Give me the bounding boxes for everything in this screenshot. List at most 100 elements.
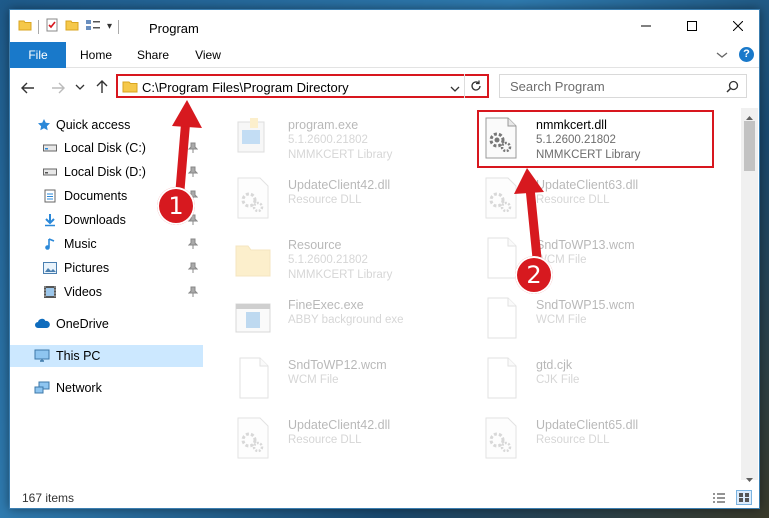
sidebar-item-music[interactable]: Music	[10, 233, 203, 255]
exe-icon	[232, 116, 274, 160]
file-name: UpdateClient63.dll	[536, 178, 639, 192]
toolbar-separator	[118, 19, 120, 34]
sidebar-item-label: Music	[64, 237, 97, 251]
details-view-icon[interactable]	[712, 492, 726, 507]
music-icon	[42, 236, 58, 252]
tab-share[interactable]: Share	[126, 42, 180, 68]
large-icons-view-icon[interactable]	[736, 490, 752, 505]
file-detail: Resource DLL	[288, 434, 362, 446]
sidebar-item-this-pc[interactable]: This PC	[10, 345, 203, 367]
highlight-box-nmmkcert	[477, 110, 714, 168]
app-window-icon	[232, 296, 274, 340]
sidebar-item-onedrive[interactable]: OneDrive	[10, 313, 203, 335]
address-divider	[464, 74, 465, 98]
file-name: SndToWP12.wcm	[288, 358, 387, 372]
file-tile-resource-folder[interactable]: Resource 5.1.2600.21802 NMMKCERT Library	[220, 230, 450, 282]
file-name: gtd.cjk	[536, 358, 573, 372]
sidebar-item-label: Videos	[64, 285, 102, 299]
drive-icon	[42, 140, 58, 156]
documents-icon	[42, 188, 58, 204]
scroll-down-arrow-icon[interactable]	[745, 472, 754, 486]
refresh-icon[interactable]	[469, 79, 483, 96]
scrollbar-thumb[interactable]	[744, 121, 755, 171]
tab-file[interactable]: File	[10, 42, 66, 68]
file-detail: WCM File	[536, 314, 587, 326]
file-name: UpdateClient42.dll	[288, 418, 391, 432]
new-folder-icon[interactable]	[65, 18, 79, 35]
address-path: C:\Program Files\Program Directory	[142, 80, 349, 95]
file-detail: 5.1.2600.21802	[288, 134, 368, 146]
sidebar-item-label: Local Disk (C:)	[64, 141, 146, 155]
file-name: FineExec.exe	[288, 298, 364, 312]
sidebar-item-label: Quick access	[56, 118, 131, 132]
file-tile-updateclient63-dll[interactable]: UpdateClient63.dll Resource DLL	[468, 170, 698, 222]
file-tile-sndtowp12-wcm[interactable]: SndToWP12.wcm WCM File	[220, 350, 450, 402]
address-dropdown-icon[interactable]	[450, 82, 460, 96]
pin-icon[interactable]	[187, 286, 199, 298]
sidebar-item-quick-access[interactable]: Quick access	[10, 114, 203, 136]
sidebar-item-pictures[interactable]: Pictures	[10, 257, 203, 279]
properties-icon[interactable]	[45, 18, 59, 35]
address-bar[interactable]: C:\Program Files\Program Directory	[116, 74, 489, 98]
pin-icon[interactable]	[187, 262, 199, 274]
sidebar-item-label: Pictures	[64, 261, 110, 275]
blank-file-icon	[232, 356, 274, 400]
toolbar-separator	[38, 19, 39, 34]
folder-icon	[18, 18, 32, 35]
file-tile-gtd-cjk[interactable]: gtd.cjk CJK File	[468, 350, 698, 402]
recent-locations-chevron-icon[interactable]	[74, 81, 86, 93]
close-button[interactable]	[715, 10, 759, 42]
network-icon	[34, 380, 50, 396]
file-name: SndToWP13.wcm	[536, 238, 635, 252]
tab-home[interactable]: Home	[70, 42, 122, 68]
sidebar-item-network[interactable]: Network	[10, 377, 203, 399]
file-tile-fineexec-exe[interactable]: FineExec.exe ABBY background exe	[220, 290, 450, 342]
file-tile-updateclient42-dll-2[interactable]: UpdateClient42.dll Resource DLL	[220, 410, 450, 462]
file-tile-sndtowp15-wcm[interactable]: SndToWP15.wcm WCM File	[468, 290, 698, 342]
expand-ribbon-icon[interactable]	[716, 49, 728, 63]
file-detail: NMMKCERT Library	[288, 149, 393, 161]
vertical-scrollbar[interactable]	[741, 108, 758, 482]
file-name: UpdateClient65.dll	[536, 418, 639, 432]
sidebar-item-videos[interactable]: Videos	[10, 281, 203, 303]
file-tile-updateclient42-dll[interactable]: UpdateClient42.dll Resource DLL	[220, 170, 450, 222]
sidebar-item-local-disk-c[interactable]: Local Disk (C:)	[10, 137, 203, 159]
back-arrow-icon[interactable]	[20, 80, 36, 96]
callout-badge-2: 2	[515, 256, 553, 294]
help-icon[interactable]: ?	[739, 47, 754, 62]
tab-view[interactable]: View	[184, 42, 232, 68]
maximize-button[interactable]	[669, 10, 715, 42]
file-name: program.exe	[288, 118, 359, 132]
forward-arrow-icon[interactable]	[50, 80, 66, 96]
file-list: program.exe 5.1.2600.21802 NMMKCERT Libr…	[210, 108, 739, 480]
file-tile-sndtowp13-wcm[interactable]: SndToWP13.wcm WCM File	[468, 230, 698, 282]
title-bar: ▾ Program	[10, 10, 759, 42]
status-bar: 167 items	[10, 486, 759, 508]
drive-icon	[42, 164, 58, 180]
file-tile-program-exe[interactable]: program.exe 5.1.2600.21802 NMMKCERT Libr…	[220, 110, 450, 162]
customize-view-icon[interactable]	[85, 18, 101, 35]
file-detail: NMMKCERT Library	[288, 269, 393, 281]
dll-gear-icon	[480, 416, 522, 460]
file-detail: WCM File	[288, 374, 339, 386]
sidebar-item-label: Network	[56, 381, 102, 395]
folder-icon	[232, 236, 274, 280]
pin-icon[interactable]	[187, 166, 199, 178]
search-icon[interactable]	[726, 80, 739, 96]
pin-icon[interactable]	[187, 238, 199, 250]
pin-icon[interactable]	[187, 142, 199, 154]
sidebar-item-local-disk-d[interactable]: Local Disk (D:)	[10, 161, 203, 183]
search-placeholder: Search Program	[510, 79, 605, 94]
file-name: UpdateClient42.dll	[288, 178, 391, 192]
navigation-pane: Quick access Local Disk (C:) Local Disk …	[10, 108, 203, 480]
file-detail: ABBY background exe	[288, 314, 404, 326]
navigation-bar: C:\Program Files\Program Directory Searc…	[10, 68, 759, 108]
up-arrow-icon[interactable]	[94, 79, 110, 95]
minimize-button[interactable]	[623, 10, 669, 42]
file-detail: 5.1.2600.21802	[288, 254, 368, 266]
blank-file-icon	[480, 296, 522, 340]
sidebar-item-label: Downloads	[64, 213, 126, 227]
qat-dropdown-icon[interactable]: ▾	[107, 21, 112, 32]
search-input[interactable]: Search Program	[499, 74, 747, 98]
file-tile-updateclient65-dll[interactable]: UpdateClient65.dll Resource DLL	[468, 410, 698, 462]
